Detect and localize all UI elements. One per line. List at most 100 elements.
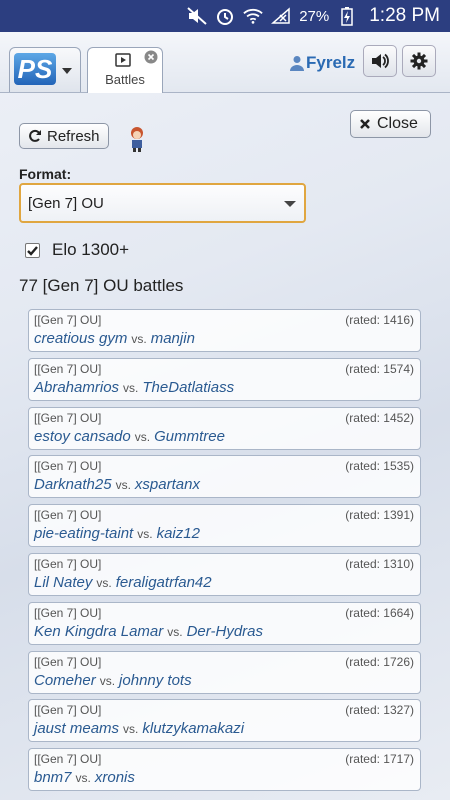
speaker-icon bbox=[372, 53, 389, 69]
battle-players: Ken Kingdra Lamar vs. Der-Hydras bbox=[34, 623, 263, 640]
settings-button[interactable] bbox=[402, 45, 436, 77]
alarm-icon bbox=[215, 6, 235, 26]
play-icon bbox=[115, 53, 131, 67]
format-select[interactable]: [Gen 7] OU bbox=[19, 183, 306, 223]
vs-label: vs. bbox=[115, 478, 131, 493]
battle-rating: (rated: 1452) bbox=[345, 410, 414, 425]
player-two: Gummtree bbox=[154, 427, 225, 445]
player-one: Ken Kingdra Lamar bbox=[34, 622, 164, 640]
battle-row[interactable]: [[Gen 7] OU] (rated: 1391) pie-eating-ta… bbox=[28, 504, 421, 548]
battles-panel: Refresh Close Format: [Gen 7] OU Elo 130… bbox=[0, 93, 450, 800]
battle-rating: (rated: 1574) bbox=[345, 361, 414, 376]
close-icon bbox=[360, 119, 370, 129]
player-one: estoy cansado bbox=[34, 427, 131, 445]
vs-label: vs. bbox=[137, 527, 153, 542]
battle-format: [[Gen 7] OU] bbox=[34, 459, 102, 474]
mute-icon bbox=[187, 6, 207, 26]
battle-row[interactable]: [[Gen 7] OU] (rated: 1535) Darknath25 vs.… bbox=[28, 455, 421, 499]
battle-row[interactable]: [[Gen 7] OU] (rated: 1310) Lil Natey vs. f… bbox=[28, 552, 421, 596]
showdown-logo: PS bbox=[14, 53, 56, 85]
battle-row[interactable]: [[Gen 7] OU] (rated: 1452) estoy cansado… bbox=[28, 406, 421, 450]
vs-label: vs. bbox=[123, 722, 139, 737]
trainer-sprite bbox=[131, 127, 143, 152]
battle-format: [[Gen 7] OU] bbox=[34, 313, 102, 327]
refresh-label: Refresh bbox=[47, 127, 100, 145]
player-two: xspartanx bbox=[134, 476, 200, 494]
player-two: TheDatlatiass bbox=[142, 378, 235, 396]
battle-rating: (rated: 1310) bbox=[345, 556, 414, 571]
sound-button[interactable] bbox=[363, 45, 397, 77]
checkmark-icon bbox=[27, 245, 38, 256]
username: Fyrelz bbox=[306, 53, 356, 72]
elo-filter[interactable]: Elo 1300+ bbox=[25, 240, 129, 260]
battle-format: [[Gen 7] OU] bbox=[34, 752, 102, 767]
battle-row[interactable]: [[Gen 7] OU] (rated: 1717) bnm7 vs. xronis bbox=[28, 748, 421, 792]
battle-rating: (rated: 1391) bbox=[345, 508, 414, 523]
player-two: xronis bbox=[94, 769, 135, 787]
refresh-button[interactable]: Refresh bbox=[19, 123, 109, 149]
tab-label: Battles bbox=[105, 72, 145, 87]
battle-players: pie-eating-taint vs. kaiz12 bbox=[34, 525, 200, 542]
battle-format: [[Gen 7] OU] bbox=[34, 508, 102, 523]
status-bar: 27% 1:28 PM bbox=[0, 0, 450, 32]
vs-label: vs. bbox=[167, 624, 183, 639]
battle-row[interactable]: [[Gen 7] OU] (rated: 1664) Ken Kingdra L… bbox=[28, 601, 421, 645]
battle-rating: (rated: 1327) bbox=[345, 703, 414, 718]
battle-row[interactable]: [[Gen 7] OU] (rated: 1327) jaust meams vs… bbox=[28, 699, 421, 743]
refresh-icon bbox=[29, 129, 41, 142]
gear-icon bbox=[410, 52, 428, 70]
player-two: klutzykamakazi bbox=[142, 720, 245, 738]
battle-format: [[Gen 7] OU] bbox=[34, 410, 102, 425]
close-tab-icon[interactable] bbox=[144, 50, 158, 64]
battery-percent: 27% bbox=[299, 7, 330, 25]
app-header: PS Battles Fyrelz bbox=[0, 32, 450, 93]
vs-label: vs. bbox=[99, 673, 116, 688]
battle-players: creatious gym vs. manjin bbox=[34, 330, 195, 347]
vs-label: vs. bbox=[75, 771, 91, 786]
player-two: manjin bbox=[150, 330, 195, 347]
close-label: Close bbox=[377, 115, 418, 132]
battle-count: 77 [Gen 7] OU battles bbox=[19, 276, 184, 295]
format-label: Format: bbox=[19, 166, 72, 182]
battle-players: Abrahamrios vs. TheDatlatiass bbox=[34, 379, 234, 396]
vs-label: vs. bbox=[131, 332, 147, 346]
vs-label: vs. bbox=[123, 380, 139, 395]
player-one: bnm7 bbox=[34, 769, 72, 787]
chevron-down-icon bbox=[62, 68, 72, 74]
battle-format: [[Gen 7] OU] bbox=[34, 556, 102, 571]
battle-row[interactable]: [[Gen 7] OU] (rated: 1574) Abrahamrios vs… bbox=[28, 357, 421, 401]
player-one: Comeher bbox=[34, 671, 96, 689]
player-two: kaiz12 bbox=[156, 525, 200, 543]
player-one: creatious gym bbox=[34, 330, 128, 347]
vs-label: vs. bbox=[96, 575, 112, 590]
wifi-icon bbox=[243, 6, 263, 26]
player-one: Lil Natey bbox=[34, 573, 93, 591]
elo-label: Elo 1300+ bbox=[52, 240, 130, 259]
chevron-down-icon bbox=[284, 201, 296, 207]
battle-format: [[Gen 7] OU] bbox=[34, 361, 102, 376]
vs-label: vs. bbox=[134, 429, 151, 444]
battle-row[interactable]: [[Gen 7] OU] (rated: 1726) Comeher vs. joh… bbox=[28, 650, 421, 694]
clock: 1:28 PM bbox=[369, 5, 440, 26]
battle-rating: (rated: 1664) bbox=[345, 605, 414, 620]
close-button[interactable]: Close bbox=[350, 110, 431, 138]
battle-players: bnm7 vs. xronis bbox=[34, 769, 135, 786]
battery-charging-icon bbox=[337, 6, 357, 26]
player-one: pie-eating-taint bbox=[34, 525, 134, 543]
main-menu-button[interactable]: PS bbox=[9, 47, 81, 92]
battle-row[interactable]: [[Gen 7] OU] (rated: 1416) creatious gym… bbox=[28, 309, 421, 352]
battle-rating: (rated: 1726) bbox=[345, 654, 414, 669]
battle-players: jaust meams vs. klutzykamakazi bbox=[34, 720, 244, 737]
battle-rating: (rated: 1717) bbox=[345, 752, 414, 767]
elo-checkbox[interactable] bbox=[25, 242, 40, 258]
player-one: Darknath25 bbox=[34, 476, 112, 494]
player-one: Abrahamrios bbox=[34, 378, 120, 396]
user-icon bbox=[290, 56, 304, 71]
tab-battles[interactable]: Battles bbox=[87, 47, 163, 93]
battle-players: Darknath25 vs. xspartanx bbox=[34, 476, 200, 493]
battle-list: [[Gen 7] OU] (rated: 1416) creatious gym… bbox=[28, 309, 421, 797]
signal-off-icon bbox=[271, 6, 291, 26]
battle-players: Comeher vs. johnny tots bbox=[34, 672, 192, 689]
battle-format: [[Gen 7] OU] bbox=[34, 654, 102, 669]
user-menu[interactable]: Fyrelz bbox=[290, 48, 355, 78]
